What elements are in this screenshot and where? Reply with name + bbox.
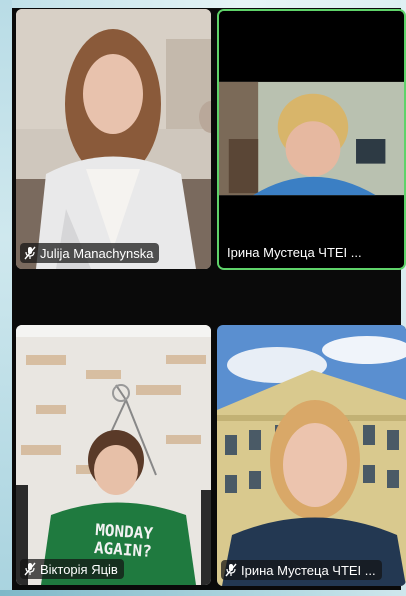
video-feed bbox=[217, 325, 406, 586]
participant-name-tag: Julija Manachynska bbox=[20, 243, 160, 263]
participant-name: Ірина Мустеца ЧТЕІ ... bbox=[241, 562, 376, 578]
video-feed bbox=[219, 11, 404, 268]
muted-mic-icon bbox=[225, 563, 237, 577]
participant-name: Julija Manachynska bbox=[40, 245, 154, 261]
video-tile-julija[interactable]: Julija Manachynska bbox=[16, 9, 211, 269]
video-tile-iryna-active[interactable]: Ірина Мустеца ЧТЕІ ... bbox=[217, 9, 406, 270]
muted-mic-icon bbox=[24, 562, 36, 576]
muted-mic-icon bbox=[24, 246, 36, 260]
background-edge-left bbox=[0, 0, 12, 596]
video-tile-viktoriia[interactable]: MONDAY AGAIN? Вікторія Яців bbox=[16, 325, 211, 585]
participant-name-tag: Ірина Мустеца ЧТЕІ ... bbox=[223, 242, 368, 262]
video-feed bbox=[16, 9, 211, 269]
background-edge-bottom bbox=[0, 590, 406, 596]
background-edge-top bbox=[0, 0, 406, 8]
shirt-text: MONDAY AGAIN? bbox=[93, 520, 154, 561]
participant-name: Вікторія Яців bbox=[40, 561, 118, 577]
participant-name-tag: Ірина Мустеца ЧТЕІ ... bbox=[221, 560, 382, 580]
participant-name: Ірина Мустеца ЧТЕІ ... bbox=[227, 244, 362, 260]
video-tile-iryna[interactable]: Ірина Мустеца ЧТЕІ ... bbox=[217, 325, 406, 586]
participant-name-tag: Вікторія Яців bbox=[20, 559, 124, 579]
